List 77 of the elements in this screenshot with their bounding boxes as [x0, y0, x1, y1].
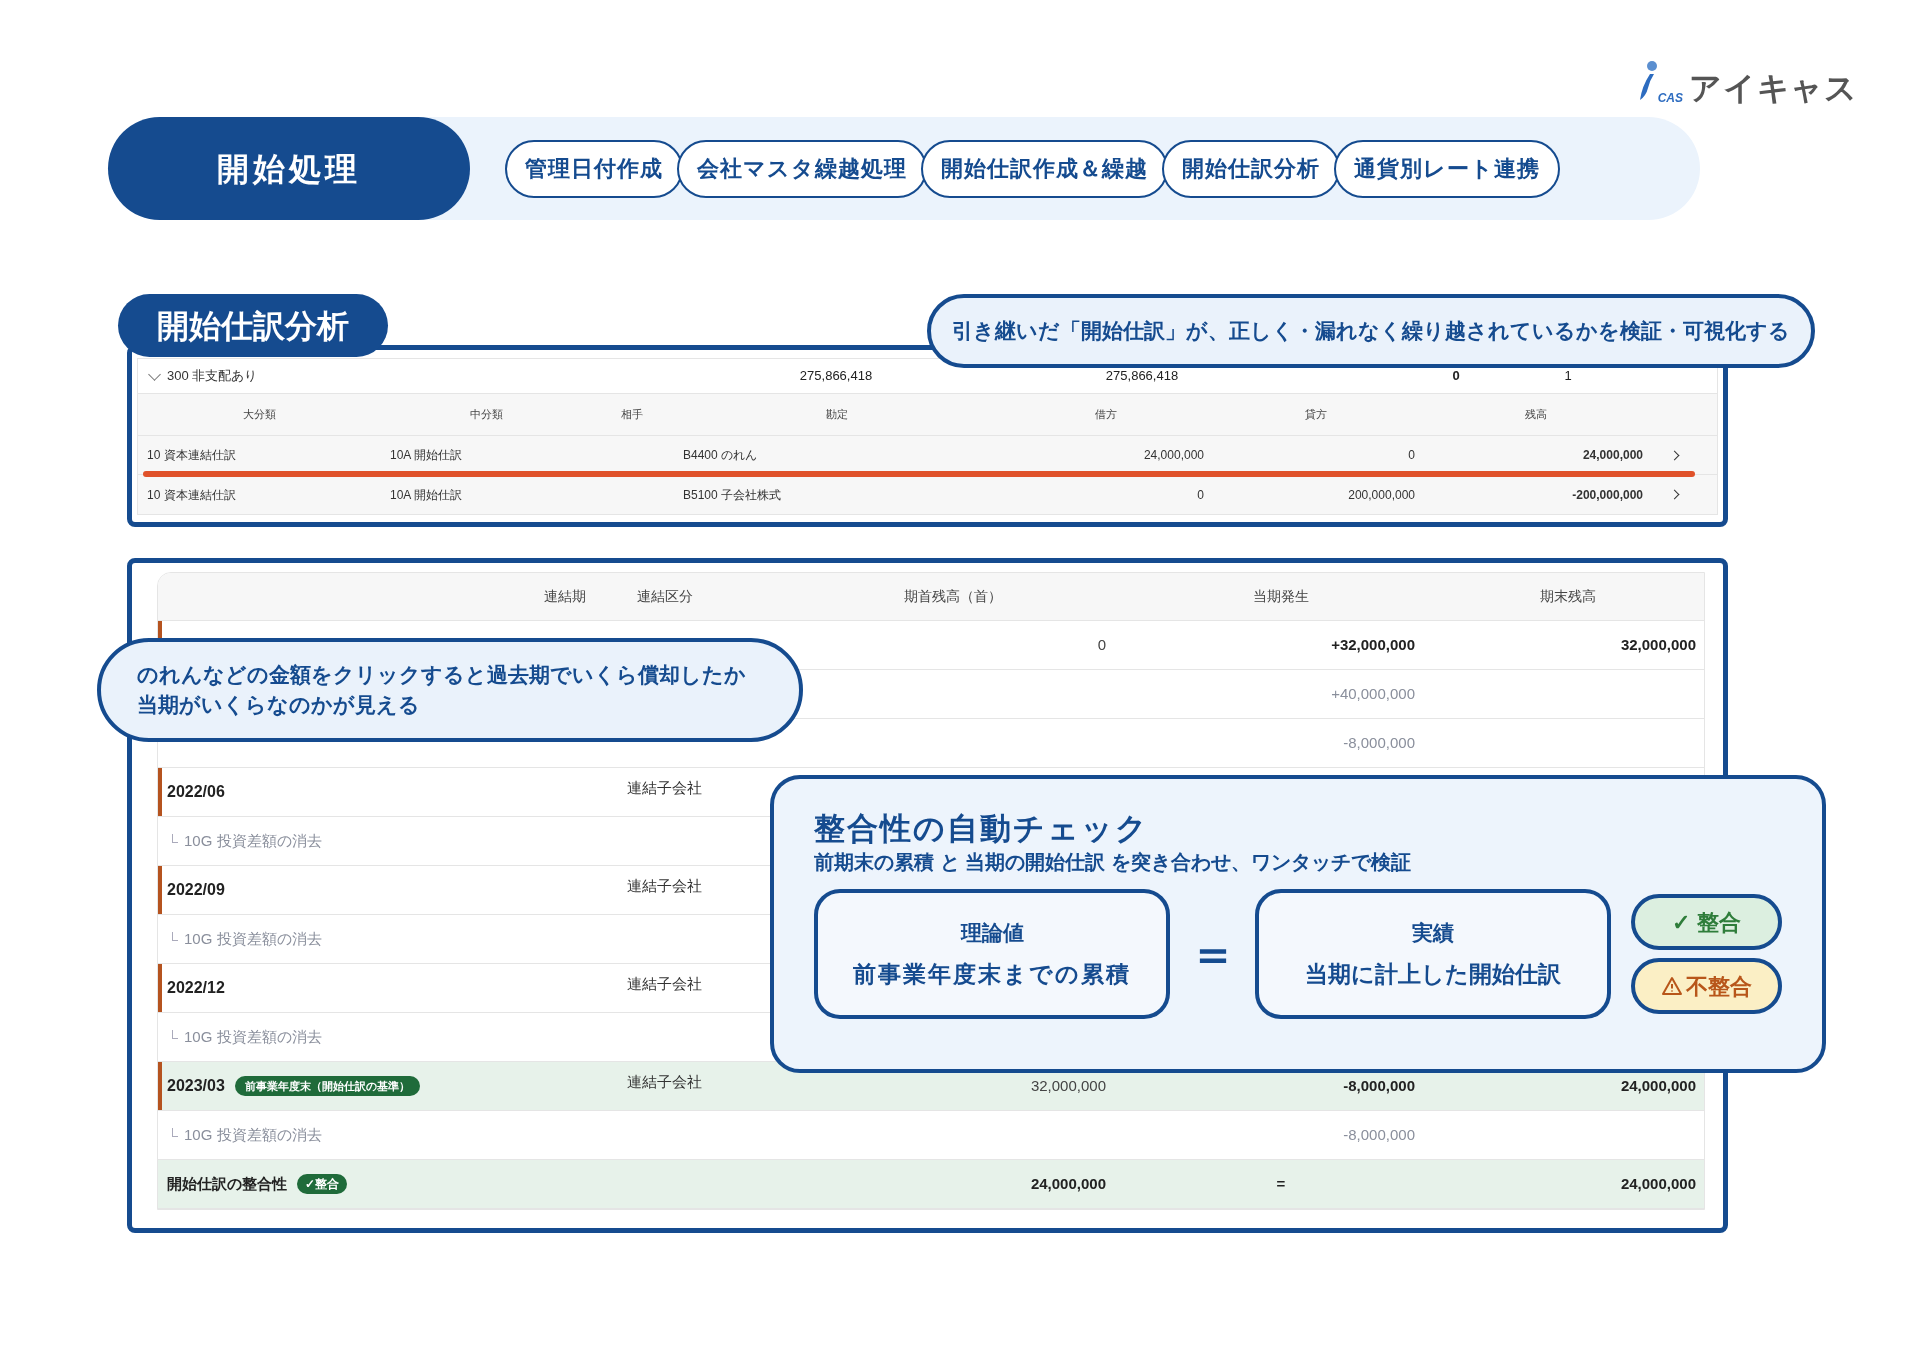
- card-text: 前事業年度末までの累積: [853, 959, 1132, 989]
- period-label: 2022/12: [167, 978, 225, 998]
- table-cell-text: 24,000,000: [1581, 447, 1644, 464]
- table-cell-text: 0: [1097, 634, 1106, 655]
- column-header: 借方: [1094, 407, 1118, 423]
- table-cell-text: 10A 開始仕訳: [389, 447, 464, 464]
- table-cell-text: -200,000,000: [1571, 486, 1644, 504]
- page-title: 開始処理: [108, 117, 470, 220]
- result-badge: ✓ 整合: [1631, 894, 1782, 950]
- period-label: 2022/09: [167, 880, 225, 900]
- section-title: 開始仕訳分析: [118, 294, 388, 357]
- group-value: 275,866,418: [1104, 367, 1180, 386]
- table-cell-text: 24,000,000: [1030, 1173, 1106, 1194]
- callout-subtitle: 前期末の累積 と 当期の開始仕訳 を突き合わせ、ワンタッチで検証: [814, 850, 1412, 875]
- table-cell-text: 24,000,000: [1620, 1173, 1696, 1194]
- tree-branch-icon: [172, 1029, 178, 1039]
- table-cell-text: -8,000,000: [1343, 732, 1415, 753]
- table-cell-text: B4400 のれん: [682, 447, 759, 464]
- column-header: 当期発生: [1252, 587, 1310, 606]
- column-header: 期首残高（首）: [902, 587, 1003, 606]
- equals-sign: ＝: [1187, 926, 1238, 982]
- callout-title: 整合性の自動チェック: [814, 810, 1150, 848]
- table-cell-text: 32,000,000: [1030, 1075, 1106, 1096]
- table-cell: 連結子会社: [627, 975, 702, 992]
- entry-label: 10G 投資差額の消去: [184, 928, 322, 949]
- callout-text: 当期がいくらなのかが見える: [137, 692, 421, 719]
- logo-mark: CAS: [1657, 92, 1683, 104]
- nav-tab[interactable]: 通貨別レート連携: [1334, 139, 1560, 198]
- total-label: 開始仕訳の整合性: [167, 1173, 287, 1194]
- table-cell-text: 0: [1407, 447, 1416, 464]
- callout-text: のれんなどの金額をクリックすると過去期でいくら償却したか: [137, 662, 747, 689]
- table-cell-text: +32,000,000: [1331, 634, 1415, 655]
- logo-text: アイキャス: [1689, 72, 1858, 104]
- table-cell: 連結子会社: [627, 779, 702, 796]
- warning-icon: [1661, 976, 1682, 996]
- period-label: 2022/06: [167, 782, 225, 802]
- column-header: 勘定: [825, 407, 849, 423]
- entry-label: 10G 投資差額の消去: [184, 830, 322, 851]
- table-cell-text: -8,000,000: [1343, 1075, 1415, 1096]
- table-cell-text: 24,000,000: [1142, 447, 1205, 464]
- table-cell-text: 32,000,000: [1620, 634, 1696, 655]
- column-header: 大分類: [242, 407, 277, 423]
- callout: 引き継いだ「開始仕訳」が、正しく・漏れなく繰り越されているかを検証・可視化する: [927, 294, 1815, 368]
- table-cell-text: 10 資本連結仕訳: [146, 486, 237, 504]
- column-header: 残高: [1524, 407, 1548, 423]
- result-badge: 不整合: [1631, 958, 1782, 1014]
- column-header: 貸方: [1304, 407, 1328, 423]
- period-label: 2023/03: [167, 1076, 225, 1096]
- table-cell: 連結子会社: [627, 1073, 702, 1090]
- table-cell: 連結子会社: [627, 877, 702, 894]
- tree-branch-icon: [172, 1127, 178, 1137]
- card-title: 理論値: [960, 920, 1024, 946]
- table-cell-text: 200,000,000: [1347, 486, 1416, 504]
- tree-branch-icon: [172, 833, 178, 843]
- group-label: 300 非支配あり: [167, 367, 258, 386]
- column-header: 連結区分: [636, 587, 694, 606]
- table-cell-text: -8,000,000: [1343, 1124, 1415, 1145]
- period-tag: 前事業年度末（開始仕訳の基準）: [234, 1075, 420, 1097]
- card-text: 当期に計上した開始仕訳: [1304, 959, 1561, 989]
- table-cell-text: =: [1276, 1173, 1286, 1194]
- column-header: 期末残高: [1538, 587, 1597, 606]
- column-header: 中分類: [468, 407, 504, 423]
- status-badge: ✓整合: [297, 1174, 347, 1194]
- entry-label: 10G 投資差額の消去: [184, 1026, 322, 1047]
- group-value: 275,866,418: [798, 367, 874, 386]
- card-title: 実績: [1411, 920, 1454, 946]
- group-value: 1: [1563, 367, 1573, 386]
- tree-branch-icon: [172, 931, 178, 941]
- table-cell-text: B5100 子会社株式: [682, 486, 783, 504]
- table-cell-text: +40,000,000: [1331, 683, 1415, 704]
- entry-label: 10G 投資差額の消去: [184, 1124, 322, 1145]
- table-cell-text: 24,000,000: [1620, 1075, 1696, 1096]
- table-cell-text: 10 資本連結仕訳: [146, 447, 237, 464]
- column-header: 相手: [620, 407, 644, 423]
- table-cell-text: 10A 開始仕訳: [389, 486, 464, 504]
- table-cell-text: 0: [1196, 486, 1205, 504]
- group-value: 0: [1451, 367, 1461, 386]
